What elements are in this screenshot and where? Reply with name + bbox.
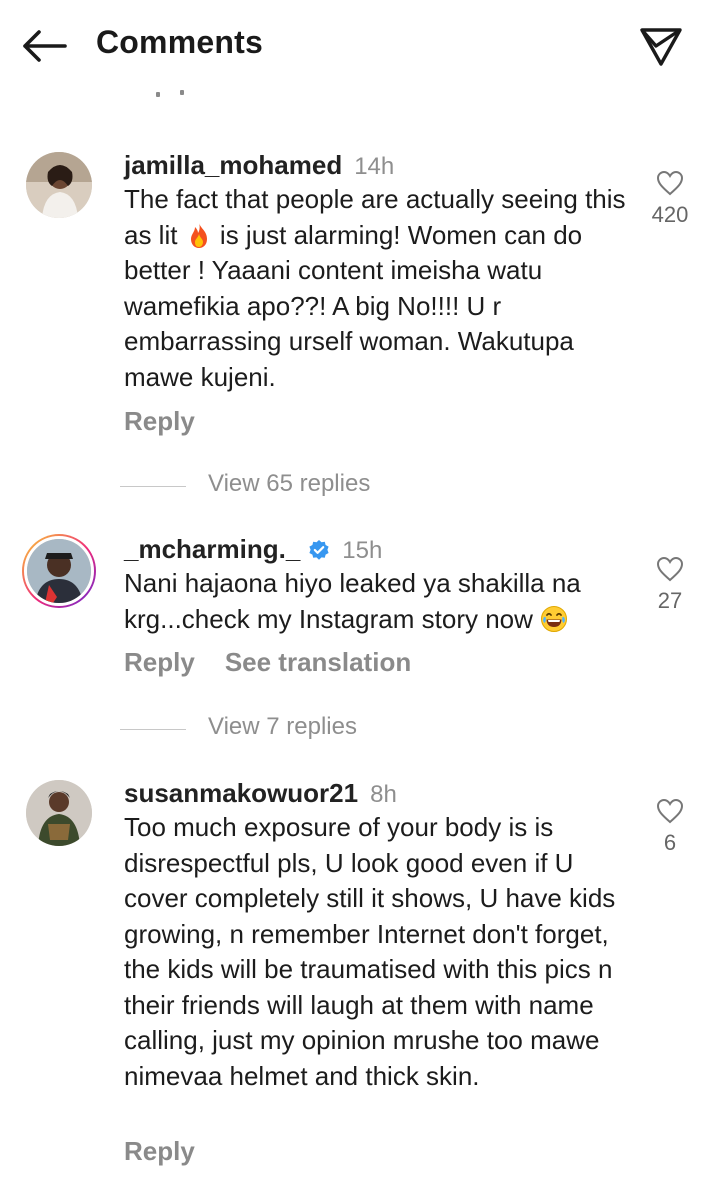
- like-control: 27: [640, 556, 700, 614]
- paper-plane-icon: [640, 28, 682, 66]
- timestamp: 15h: [342, 537, 383, 564]
- comment-text-part: Nani hajaona hiyo leaked ya shakilla na …: [124, 568, 581, 634]
- like-control: 6: [640, 798, 700, 856]
- view-replies-link[interactable]: View 65 replies: [208, 470, 370, 497]
- reply-button[interactable]: Reply: [124, 647, 195, 677]
- avatar[interactable]: [26, 152, 92, 218]
- see-translation-button[interactable]: See translation: [225, 647, 411, 677]
- profile-photo: [26, 780, 92, 846]
- like-control: 420: [640, 170, 700, 228]
- scroll-indicator: [150, 90, 190, 98]
- comment-actions: Reply: [124, 406, 195, 437]
- profile-photo: [26, 152, 92, 218]
- reply-button[interactable]: Reply: [124, 1136, 195, 1166]
- username[interactable]: susanmakowuor21: [124, 778, 358, 808]
- view-replies-link[interactable]: View 7 replies: [208, 713, 357, 740]
- share-button[interactable]: [634, 20, 688, 74]
- header-bar: Comments: [0, 0, 706, 92]
- verified-badge-icon: [309, 540, 329, 560]
- comment-text: The fact that people are actually seeing…: [124, 182, 634, 395]
- reply-button[interactable]: Reply: [124, 406, 195, 436]
- username[interactable]: _mcharming._: [124, 534, 300, 564]
- laughing-emoji: [541, 605, 568, 632]
- comment-actions: Reply: [124, 1136, 195, 1167]
- comment-header: _mcharming._ 15h: [124, 534, 382, 565]
- username[interactable]: jamilla_mohamed: [124, 150, 342, 180]
- timestamp: 8h: [370, 781, 397, 808]
- like-count: 27: [657, 588, 683, 613]
- like-count: 420: [651, 202, 689, 227]
- avatar-with-story-ring[interactable]: [22, 534, 96, 608]
- avatar[interactable]: [26, 780, 92, 846]
- timestamp: 14h: [354, 153, 395, 180]
- comment-text: Too much exposure of your body is is dis…: [124, 810, 634, 1094]
- comment-header: susanmakowuor21 8h: [124, 778, 397, 809]
- like-count: 6: [663, 830, 677, 855]
- divider: [120, 486, 186, 488]
- comment-text: Nani hajaona hiyo leaked ya shakilla na …: [124, 566, 634, 637]
- divider: [120, 729, 186, 731]
- heart-icon[interactable]: [656, 170, 684, 196]
- profile-photo: [27, 539, 91, 603]
- comment-text-part: Too much exposure of your body is is dis…: [124, 812, 616, 1091]
- back-button[interactable]: [18, 20, 70, 72]
- view-replies[interactable]: View 65 replies: [120, 470, 370, 498]
- page-title: Comments: [96, 24, 263, 60]
- comment-header: jamilla_mohamed 14h: [124, 150, 394, 181]
- arrow-left-icon: [23, 30, 67, 62]
- view-replies[interactable]: View 7 replies: [120, 713, 357, 741]
- comment-actions: Reply See translation: [124, 647, 411, 678]
- fire-emoji: [190, 222, 207, 248]
- heart-icon[interactable]: [656, 798, 684, 824]
- heart-icon[interactable]: [656, 556, 684, 582]
